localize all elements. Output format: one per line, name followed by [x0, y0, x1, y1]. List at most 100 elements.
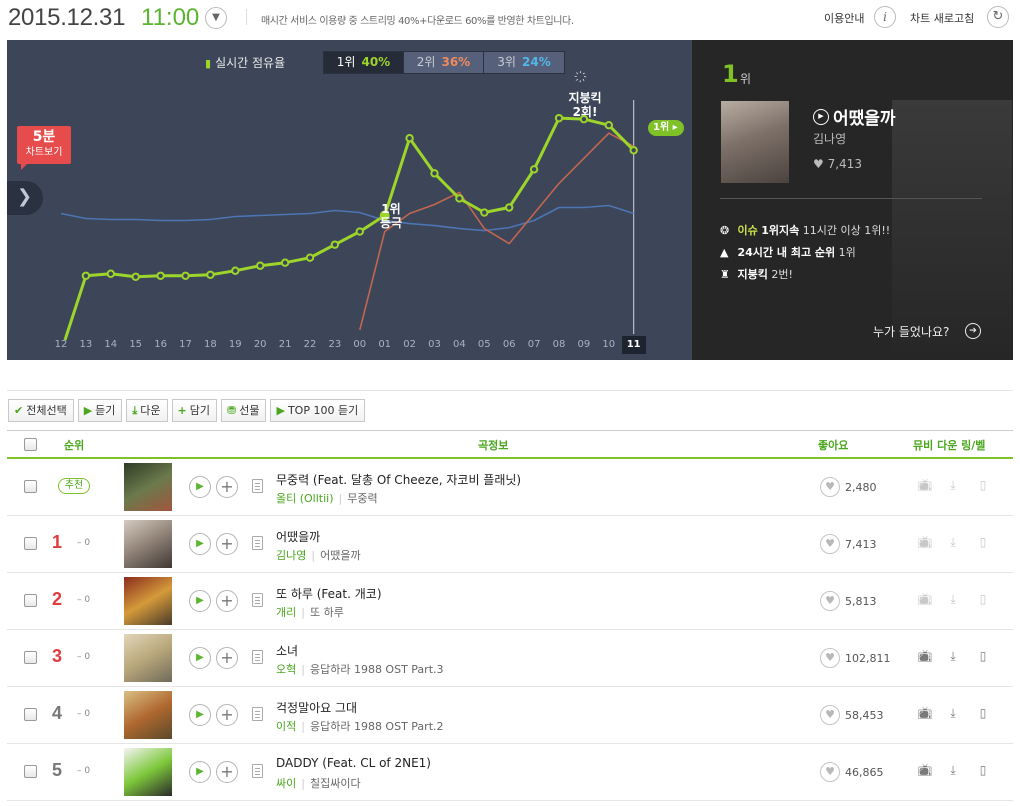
- artist-link[interactable]: 오혁: [276, 663, 296, 676]
- song-title[interactable]: 걱정말아요 그대: [276, 699, 357, 716]
- data-point[interactable]: [181, 271, 190, 280]
- refresh-icon[interactable]: ↻: [987, 6, 1009, 28]
- song-detail-icon[interactable]: [252, 707, 263, 721]
- like-button[interactable]: ♥: [820, 648, 840, 668]
- data-point[interactable]: [305, 253, 315, 262]
- play-icon[interactable]: ▶: [813, 109, 829, 125]
- like-button[interactable]: ♥: [820, 705, 840, 725]
- ringtone-icon[interactable]: ▯: [975, 477, 991, 493]
- album-cover[interactable]: [124, 748, 172, 796]
- like-button[interactable]: ♥: [820, 762, 840, 782]
- data-point[interactable]: [455, 194, 464, 203]
- ringtone-icon[interactable]: ▯: [975, 705, 991, 721]
- data-point[interactable]: [131, 272, 140, 281]
- data-point[interactable]: [604, 120, 613, 130]
- music-video-icon[interactable]: 📺︎: [917, 534, 933, 550]
- select-all-checkbox[interactable]: [24, 438, 37, 451]
- download-icon[interactable]: ⤓: [945, 534, 961, 550]
- data-point[interactable]: [405, 134, 414, 143]
- select-all-button[interactable]: ✔ 전체선택: [8, 399, 74, 422]
- row-checkbox[interactable]: [24, 537, 37, 550]
- tab-rank-1[interactable]: 1위 40%: [324, 52, 404, 73]
- data-point[interactable]: [231, 266, 240, 275]
- play-button[interactable]: ▶: [189, 476, 211, 498]
- album-link[interactable]: 또 하루: [310, 606, 344, 619]
- add-to-playlist-button[interactable]: + 담기: [171, 399, 218, 422]
- album-link[interactable]: 응답하라 1988 OST Part.2: [310, 720, 444, 733]
- song-title[interactable]: 무중력 (Feat. 달총 Of Cheeze, 자코비 플래닛): [276, 471, 521, 488]
- music-video-icon[interactable]: 📺︎: [917, 648, 933, 664]
- data-point[interactable]: [505, 203, 514, 212]
- album-cover[interactable]: [124, 577, 172, 625]
- data-point[interactable]: [81, 271, 91, 280]
- data-point[interactable]: [529, 165, 539, 174]
- music-video-icon[interactable]: 📺︎: [917, 762, 933, 778]
- album-cover[interactable]: [124, 691, 172, 739]
- time-dropdown-button[interactable]: ▼: [205, 7, 227, 29]
- row-checkbox[interactable]: [24, 594, 37, 607]
- top-song-title[interactable]: 어땠을까: [833, 104, 896, 129]
- song-detail-icon[interactable]: [252, 536, 263, 550]
- tab-rank-2[interactable]: 2위 36%: [404, 52, 484, 73]
- five-min-chart-button[interactable]: 5분 차트보기: [17, 126, 71, 170]
- data-point[interactable]: [280, 258, 290, 267]
- row-checkbox[interactable]: [24, 765, 37, 778]
- album-link[interactable]: 응답하라 1988 OST Part.3: [310, 663, 444, 676]
- data-point[interactable]: [330, 240, 340, 249]
- download-icon[interactable]: ⤓: [945, 477, 961, 493]
- music-video-icon[interactable]: 📺︎: [917, 705, 933, 721]
- ringtone-icon[interactable]: ▯: [975, 534, 991, 550]
- song-detail-icon[interactable]: [252, 764, 263, 778]
- artist-link[interactable]: 개리: [276, 606, 296, 619]
- add-button[interactable]: +: [216, 704, 238, 726]
- add-button[interactable]: +: [216, 476, 238, 498]
- usage-guide-link[interactable]: 이용안내: [824, 10, 864, 26]
- album-link[interactable]: 어땠을까: [320, 549, 360, 562]
- ringtone-icon[interactable]: ▯: [975, 648, 991, 664]
- album-cover[interactable]: [124, 463, 172, 511]
- download-icon[interactable]: ⤓: [945, 705, 961, 721]
- who-listened-link[interactable]: 누가 들었나요?: [873, 323, 949, 340]
- like-button[interactable]: ♥: [820, 534, 840, 554]
- ringtone-icon[interactable]: ▯: [975, 762, 991, 778]
- data-point[interactable]: [480, 208, 489, 217]
- add-button[interactable]: +: [216, 533, 238, 555]
- download-icon[interactable]: ⤓: [945, 591, 961, 607]
- gift-button[interactable]: ⛃ 선물: [221, 399, 267, 422]
- song-detail-icon[interactable]: [252, 650, 263, 664]
- data-point[interactable]: [106, 269, 116, 278]
- artist-link[interactable]: 올티 (Olltii): [276, 492, 334, 505]
- top-song-cover[interactable]: [721, 101, 789, 183]
- artist-link[interactable]: 이적: [276, 720, 296, 733]
- song-title[interactable]: 소녀: [276, 642, 298, 659]
- play-button[interactable]: ▶: [189, 761, 211, 783]
- arrow-right-icon[interactable]: ➔: [965, 323, 981, 339]
- chart-refresh-link[interactable]: 차트 새로고침: [910, 10, 974, 26]
- info-icon[interactable]: i: [874, 6, 896, 28]
- album-cover[interactable]: [124, 520, 172, 568]
- song-detail-icon[interactable]: [252, 479, 263, 493]
- data-point[interactable]: [156, 271, 165, 280]
- data-point[interactable]: [355, 227, 364, 236]
- chart-prev-button[interactable]: ❯: [7, 181, 43, 215]
- top-song-artist[interactable]: 김나영: [813, 130, 846, 147]
- album-link[interactable]: 칠집싸이다: [310, 777, 361, 790]
- artist-link[interactable]: 김나영: [276, 549, 306, 562]
- music-video-icon[interactable]: 📺︎: [917, 477, 933, 493]
- play-top100-button[interactable]: ▶ TOP 100 듣기: [270, 399, 366, 422]
- row-checkbox[interactable]: [24, 651, 37, 664]
- add-button[interactable]: +: [216, 647, 238, 669]
- like-button[interactable]: ♥: [820, 591, 840, 611]
- data-point[interactable]: [256, 261, 265, 270]
- data-point[interactable]: [430, 169, 439, 178]
- data-point[interactable]: [206, 270, 215, 279]
- download-icon[interactable]: ⤓: [945, 648, 961, 664]
- row-checkbox[interactable]: [24, 708, 37, 721]
- data-point[interactable]: [629, 146, 638, 155]
- play-button[interactable]: ▶: [189, 533, 211, 555]
- play-button[interactable]: ▶: [189, 590, 211, 612]
- ringtone-icon[interactable]: ▯: [975, 591, 991, 607]
- row-checkbox[interactable]: [24, 480, 37, 493]
- song-title[interactable]: 어땠을까: [276, 528, 320, 545]
- album-link[interactable]: 무중력: [347, 492, 377, 505]
